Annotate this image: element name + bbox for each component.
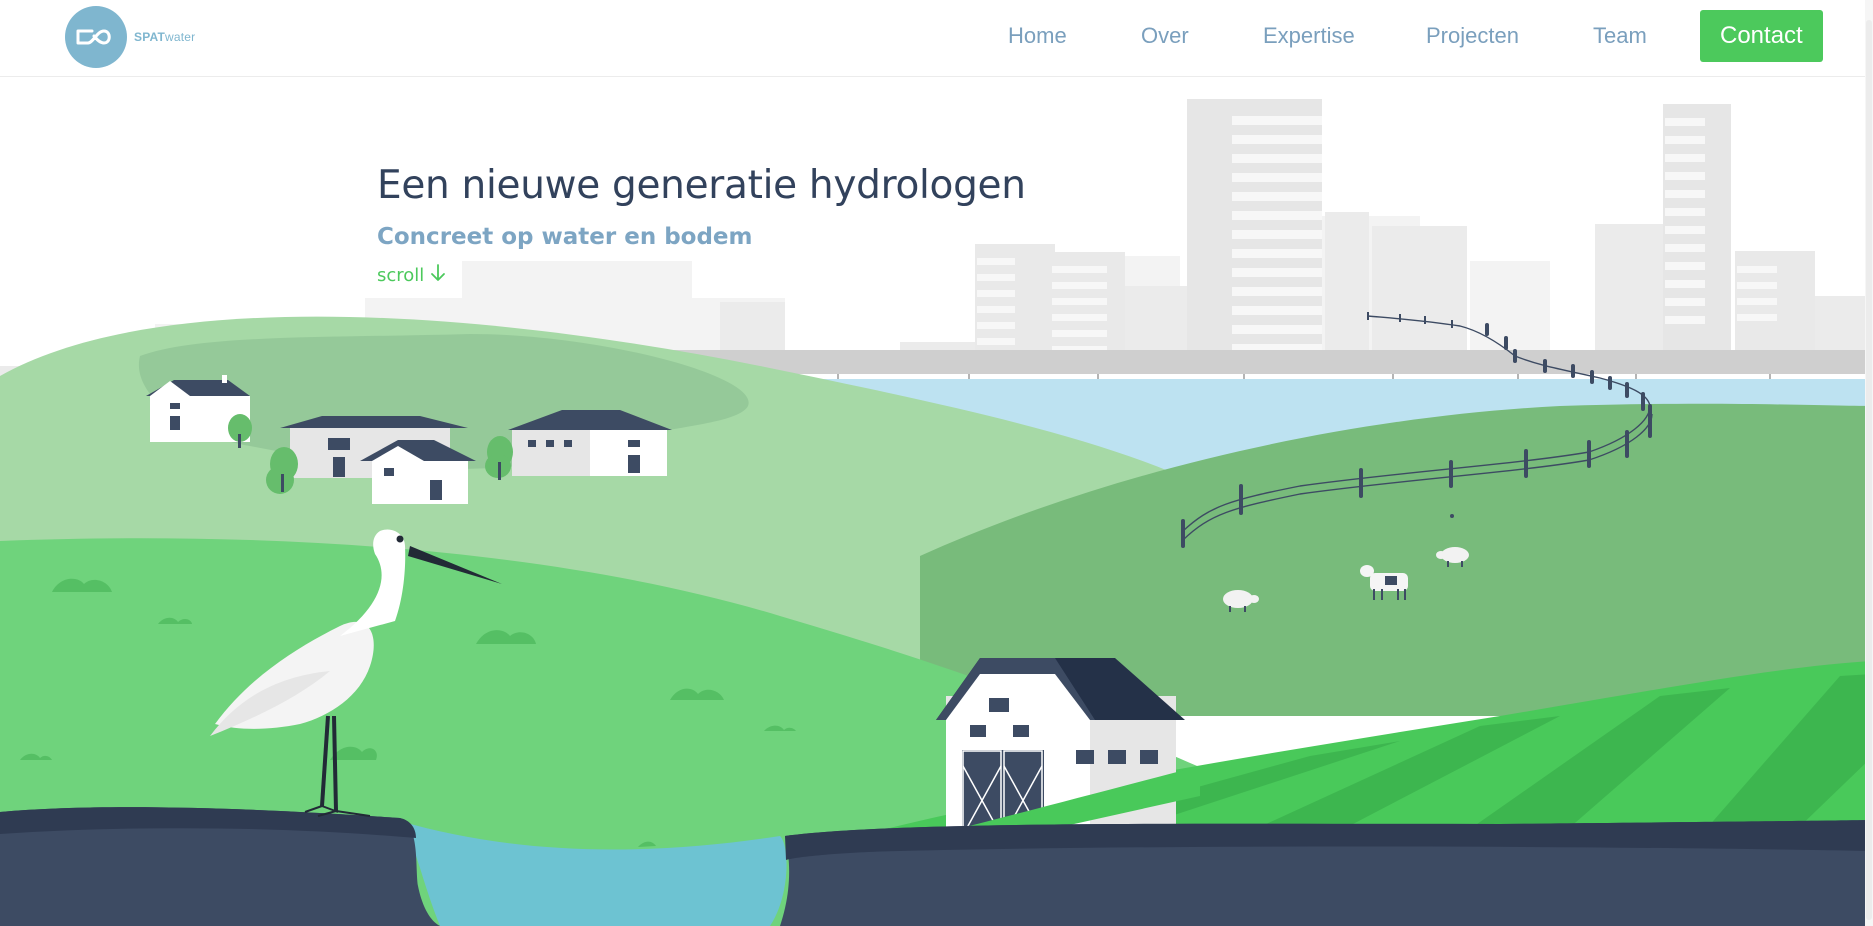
nav-expertise[interactable]: Expertise <box>1263 22 1355 50</box>
page-scrollbar[interactable] <box>1865 0 1873 926</box>
hero-subtitle: Concreet op water en bodem <box>377 224 753 250</box>
arrow-down-icon <box>430 264 446 287</box>
scrollbar-thumb[interactable] <box>1866 20 1872 920</box>
hero-title: Een nieuwe generatie hydrologen <box>377 163 1026 208</box>
logo-wordmark-bold: SPAT <box>134 30 166 44</box>
site-logo[interactable]: SPATwater <box>65 6 195 68</box>
nav-over[interactable]: Over <box>1141 22 1189 50</box>
logo-wordmark: SPATwater <box>134 30 195 44</box>
nav-home[interactable]: Home <box>1008 22 1067 50</box>
contact-button[interactable]: Contact <box>1700 10 1823 62</box>
infinity-drop-icon <box>65 6 127 68</box>
scroll-link[interactable]: scroll <box>377 264 1026 287</box>
nav-projecten[interactable]: Projecten <box>1426 22 1519 50</box>
site-header: SPATwater Home Over Expertise Projecten … <box>0 0 1873 77</box>
logo-wordmark-light: water <box>165 30 196 44</box>
scroll-label: scroll <box>377 265 425 286</box>
nav-team[interactable]: Team <box>1593 22 1647 50</box>
hero: Een nieuwe generatie hydrologen Concreet… <box>377 163 1026 287</box>
dike-wall <box>620 350 1873 374</box>
